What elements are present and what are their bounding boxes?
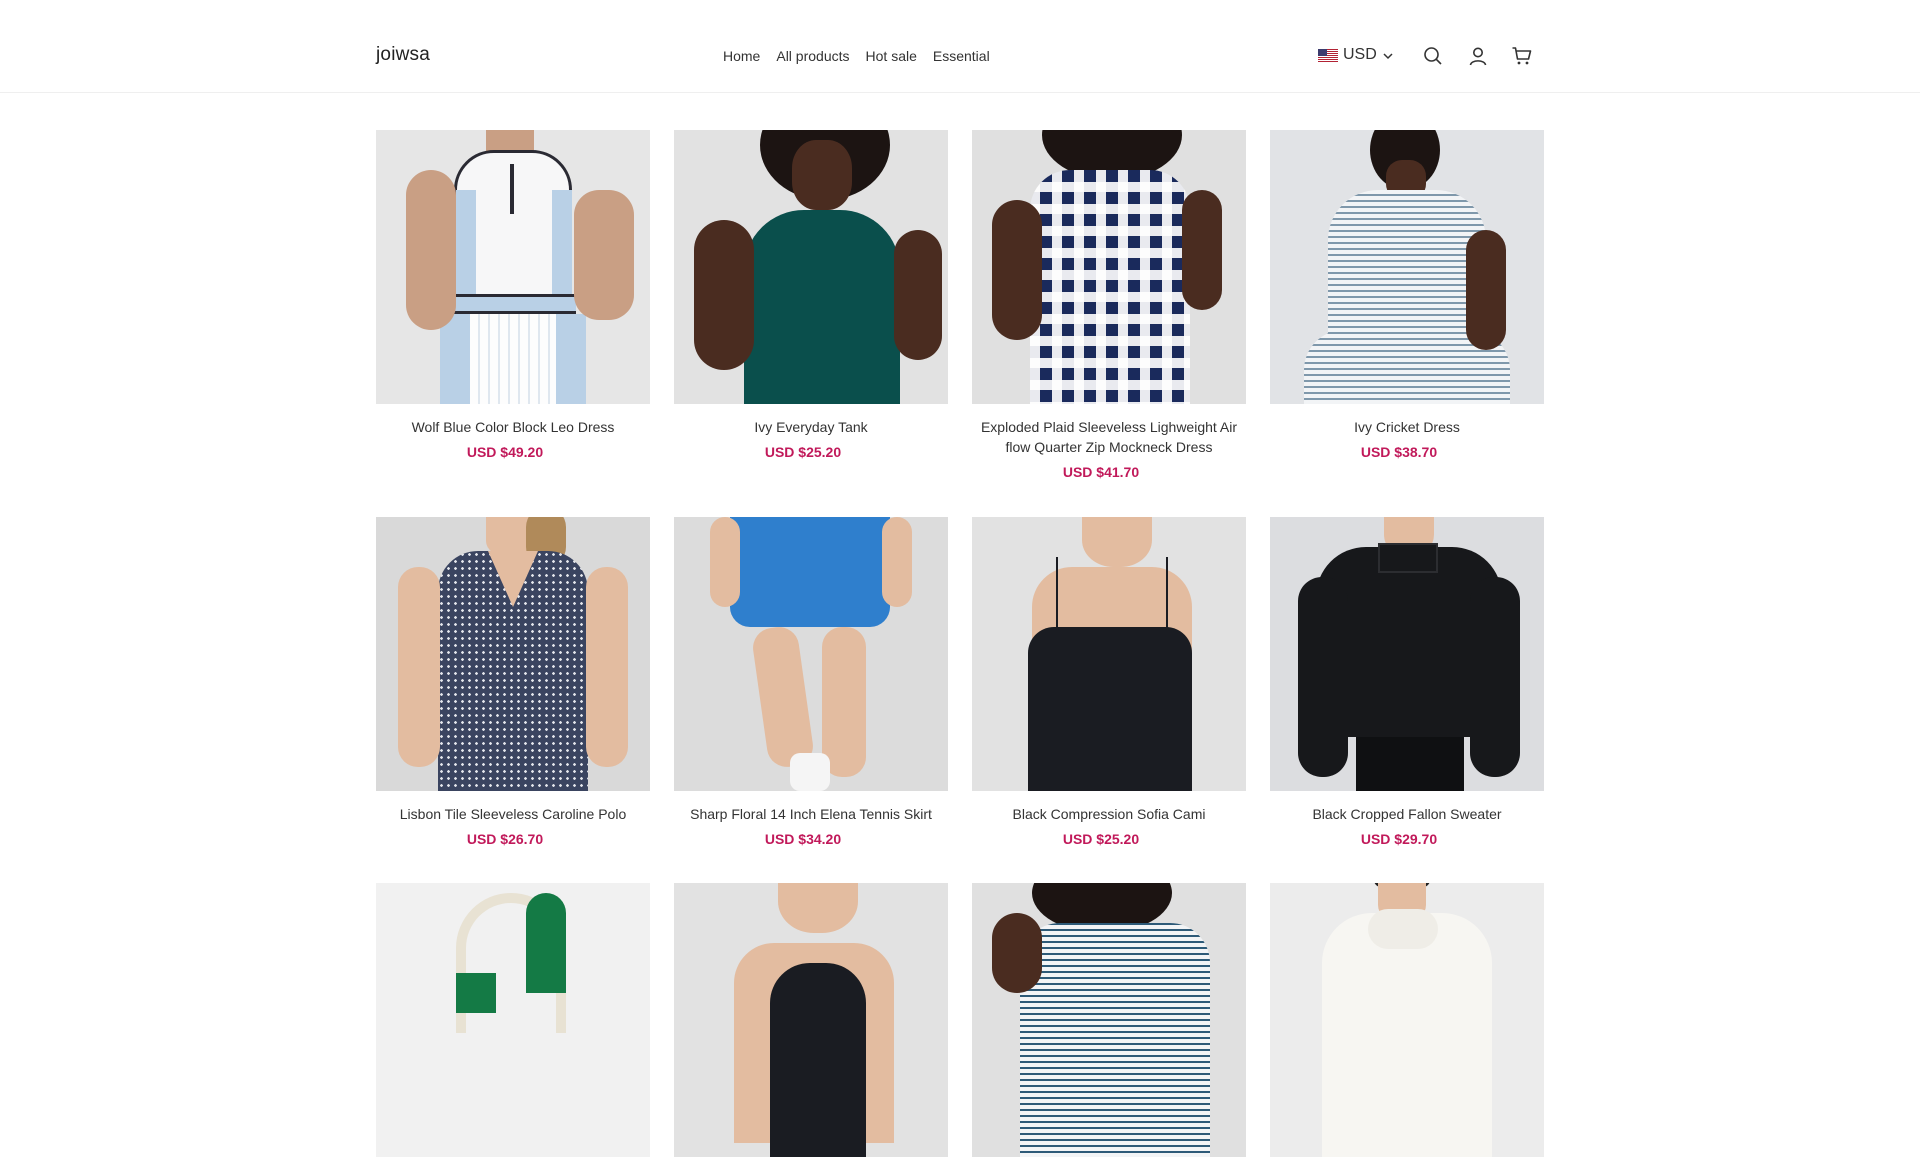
product-image[interactable] (972, 883, 1246, 1157)
product-card[interactable] (674, 883, 948, 1170)
product-image[interactable] (376, 883, 650, 1157)
product-image[interactable] (1270, 130, 1544, 404)
product-card[interactable]: Ivy Everyday Tank USD $25.20 (674, 130, 948, 460)
product-image[interactable] (674, 517, 948, 791)
nav-item-hot-sale[interactable]: Hot sale (866, 48, 917, 64)
main-nav: Home All products Hot sale Essential (723, 48, 990, 64)
brand-logo[interactable]: joiwsa (376, 44, 430, 66)
product-price: USD $41.70 (1062, 464, 1140, 480)
product-title[interactable]: Ivy Everyday Tank (674, 417, 948, 437)
product-title[interactable]: Lisbon Tile Sleeveless Caroline Polo (376, 804, 650, 824)
product-title[interactable]: Black Compression Sofia Cami (972, 804, 1246, 824)
product-card[interactable]: Black Cropped Fallon Sweater USD $29.70 (1270, 517, 1544, 847)
product-card[interactable]: Black Compression Sofia Cami USD $25.20 (972, 517, 1246, 847)
product-title[interactable]: Sharp Floral 14 Inch Elena Tennis Skirt (674, 804, 948, 824)
product-image[interactable] (674, 130, 948, 404)
us-flag-icon (1318, 48, 1338, 62)
product-image[interactable] (376, 517, 650, 791)
search-icon[interactable] (1421, 44, 1445, 68)
nav-item-essential[interactable]: Essential (933, 48, 990, 64)
site-header: joiwsa Home All products Hot sale Essent… (0, 0, 1920, 93)
product-card[interactable]: Exploded Plaid Sleeveless Lighweight Air… (972, 130, 1246, 480)
product-card[interactable]: Ivy Cricket Dress USD $38.70 (1270, 130, 1544, 460)
product-card[interactable]: Wolf Blue Color Block Leo Dress USD $49.… (376, 130, 650, 460)
product-title[interactable]: Black Cropped Fallon Sweater (1270, 804, 1544, 824)
nav-item-home[interactable]: Home (723, 48, 760, 64)
nav-item-all-products[interactable]: All products (776, 48, 849, 64)
product-title[interactable]: Ivy Cricket Dress (1270, 417, 1544, 437)
product-image[interactable] (376, 130, 650, 404)
product-image[interactable] (674, 883, 948, 1157)
currency-selector[interactable]: USD (1318, 46, 1394, 64)
product-image[interactable] (972, 130, 1246, 404)
product-price: USD $49.20 (466, 444, 544, 460)
currency-label: USD (1343, 46, 1377, 63)
cart-icon[interactable] (1510, 44, 1534, 68)
product-price: USD $26.70 (466, 831, 544, 847)
chevron-down-icon (1382, 49, 1394, 61)
product-price: USD $38.70 (1360, 444, 1438, 460)
product-price: USD $25.20 (1062, 831, 1140, 847)
product-image[interactable] (972, 517, 1246, 791)
user-icon[interactable] (1466, 44, 1490, 68)
product-card[interactable] (376, 883, 650, 1170)
product-card[interactable] (1270, 883, 1544, 1170)
product-card[interactable]: Sharp Floral 14 Inch Elena Tennis Skirt … (674, 517, 948, 847)
product-title[interactable]: Exploded Plaid Sleeveless Lighweight Air… (972, 417, 1246, 457)
product-card[interactable]: Lisbon Tile Sleeveless Caroline Polo USD… (376, 517, 650, 847)
product-title[interactable]: Wolf Blue Color Block Leo Dress (376, 417, 650, 437)
product-image[interactable] (1270, 517, 1544, 791)
product-price: USD $25.20 (764, 444, 842, 460)
product-card[interactable] (972, 883, 1246, 1170)
product-price: USD $29.70 (1360, 831, 1438, 847)
product-image[interactable] (1270, 883, 1544, 1157)
product-price: USD $34.20 (764, 831, 842, 847)
